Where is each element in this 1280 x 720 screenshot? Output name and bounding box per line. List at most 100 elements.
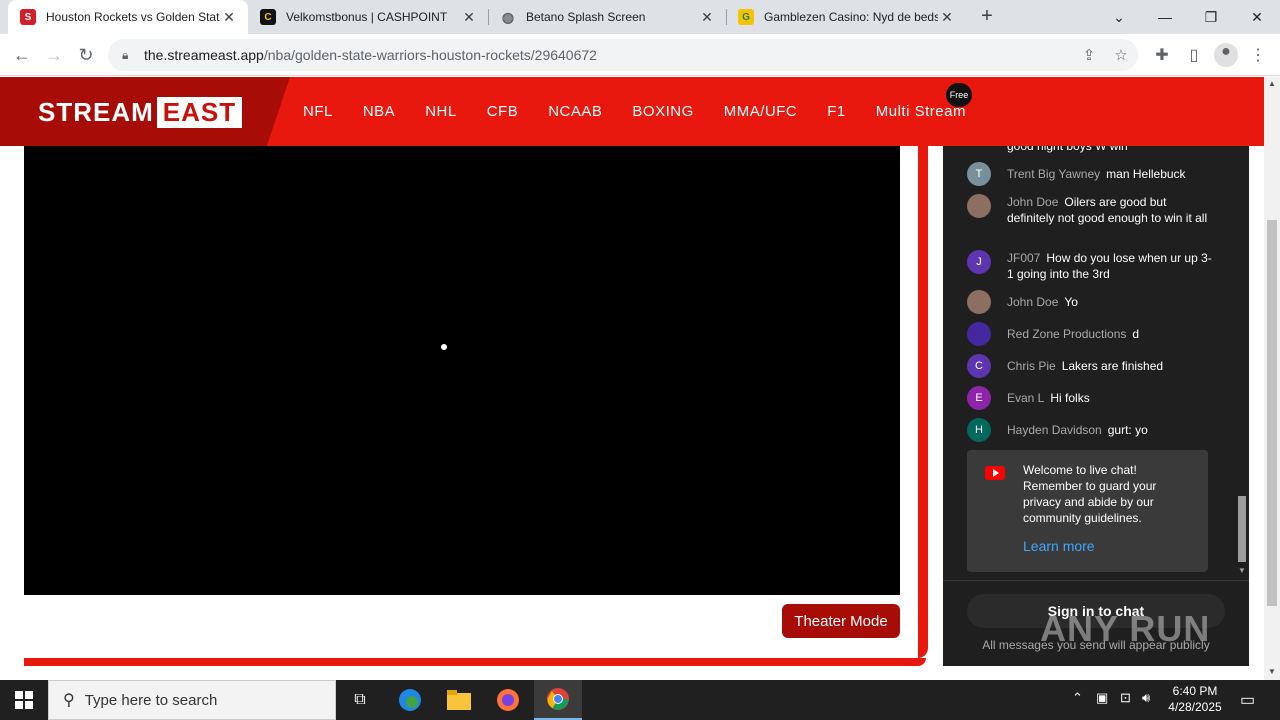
tab-title: Velkomstbonus | CASHPOINT xyxy=(286,10,448,24)
main-nav: NFL NBA NHL CFB NCAAB BOXING MMA/UFC F1 … xyxy=(303,77,996,146)
frame-border-right xyxy=(918,146,928,658)
avatar xyxy=(967,194,991,218)
tab-title: Betano Splash Screen xyxy=(526,10,646,24)
taskbar-search-placeholder: Type here to search xyxy=(84,691,218,709)
bookmark-star-icon[interactable]: ☆ xyxy=(1112,46,1130,64)
new-tab-plus-icon[interactable]: + xyxy=(976,6,998,28)
avatar: J xyxy=(967,250,991,274)
chat-message: H Hayden Davidson gurt: yo xyxy=(967,418,1217,442)
close-tab-icon[interactable]: ✕ xyxy=(938,9,956,26)
clock-time: 6:40 PM xyxy=(1172,684,1218,698)
chat-scrollbar[interactable]: ▼ xyxy=(1236,146,1248,580)
video-player[interactable] xyxy=(24,146,900,595)
message-author[interactable]: Hayden Davidson xyxy=(1007,423,1102,437)
chat-messages[interactable]: good night boys W win T Trent Big Yawney… xyxy=(943,146,1249,580)
message-text: d xyxy=(1132,327,1140,341)
page-scroll-thumb[interactable] xyxy=(1267,220,1277,606)
extensions-puzzle-icon[interactable]: ✚ xyxy=(1152,45,1172,65)
notifications-icon[interactable]: ▭ xyxy=(1240,690,1255,710)
menu-kebab-icon[interactable]: ⋮ xyxy=(1248,45,1268,65)
back-arrow-icon[interactable]: ← xyxy=(10,43,34,67)
message-text: Yo xyxy=(1064,295,1078,309)
close-window-icon[interactable]: ✕ xyxy=(1234,0,1280,34)
taskbar-clock[interactable]: 6:40 PM 4/28/2025 xyxy=(1160,683,1230,715)
chat-message: John Doe Oilers are good but definitely n… xyxy=(967,194,1217,226)
avatar xyxy=(967,146,991,162)
tray-device-icon[interactable]: ▣ xyxy=(1096,690,1108,706)
avatar: H xyxy=(967,418,991,442)
nav-nfl[interactable]: NFL xyxy=(303,103,333,120)
windows-taskbar: ⚲ Type here to search ⧉ ⌃ ▣ ⊡ 🔊︎ 6:40 PM… xyxy=(0,680,1280,720)
cursor-dot xyxy=(441,344,447,350)
avatar xyxy=(967,290,991,314)
firefox-icon[interactable] xyxy=(484,680,532,720)
taskbar-search-box[interactable]: ⚲ Type here to search xyxy=(48,680,336,720)
network-icon[interactable]: ⊡ xyxy=(1120,690,1131,706)
close-tab-icon[interactable]: ✕ xyxy=(220,9,238,26)
nav-f1[interactable]: F1 xyxy=(827,103,846,120)
tab-cashpoint[interactable]: C Velkomstbonus | CASHPOINT ✕ xyxy=(248,0,488,34)
side-panel-icon[interactable]: ▯ xyxy=(1184,45,1204,65)
theater-mode-button[interactable]: Theater Mode xyxy=(782,604,900,638)
volume-icon[interactable]: 🔊︎ xyxy=(1142,690,1150,706)
frame-border-bottom xyxy=(24,658,926,666)
windows-start-icon[interactable] xyxy=(0,680,48,720)
profile-avatar-icon[interactable]: ● xyxy=(1214,43,1238,67)
tab-betano[interactable]: ◍ Betano Splash Screen ✕ xyxy=(488,0,726,34)
avatar: T xyxy=(967,162,991,186)
message-text: good night boys W win xyxy=(1007,146,1128,153)
close-tab-icon[interactable]: ✕ xyxy=(698,9,716,26)
chrome-icon[interactable] xyxy=(534,680,582,720)
avatar: C xyxy=(967,354,991,378)
chat-message: good night boys W win xyxy=(967,146,1217,162)
address-bar[interactable]: 🔒︎ the.streameast.app/nba/golden-state-w… xyxy=(108,39,1138,71)
task-view-icon[interactable]: ⧉ xyxy=(336,680,384,720)
browser-tab-strip: S Houston Rockets vs Golden State ✕ C Ve… xyxy=(0,0,1280,34)
message-author[interactable]: John Doe xyxy=(1007,195,1058,209)
avatar xyxy=(967,322,991,346)
nav-ncaab[interactable]: NCAAB xyxy=(548,103,602,120)
message-text: gurt: yo xyxy=(1107,423,1148,437)
lock-icon[interactable]: 🔒︎ xyxy=(122,48,134,62)
nav-boxing[interactable]: BOXING xyxy=(632,103,693,120)
scroll-down-arrow-icon[interactable]: ▼ xyxy=(1268,667,1276,676)
tab-title: Houston Rockets vs Golden State xyxy=(46,10,220,24)
scroll-up-arrow-icon[interactable]: ▲ xyxy=(1268,79,1276,88)
welcome-text: Welcome to live chat! Remember to guard … xyxy=(1023,463,1157,525)
file-explorer-icon[interactable] xyxy=(435,680,483,720)
message-author[interactable]: Trent Big Yawney xyxy=(1007,167,1100,181)
tab-houston-rockets[interactable]: S Houston Rockets vs Golden State ✕ xyxy=(8,0,248,34)
welcome-banner: Welcome to live chat! Remember to guard … xyxy=(967,450,1208,572)
share-icon[interactable]: ⇪ xyxy=(1080,46,1098,64)
reload-icon[interactable]: ↻ xyxy=(74,43,98,67)
message-author[interactable]: Evan L xyxy=(1007,391,1044,405)
message-author[interactable]: Chris Pie xyxy=(1007,359,1056,373)
nav-nhl[interactable]: NHL xyxy=(425,103,457,120)
restore-icon[interactable]: ❐ xyxy=(1188,0,1234,34)
nav-cfb[interactable]: CFB xyxy=(487,103,519,120)
page-scrollbar[interactable]: ▲ ▼ xyxy=(1264,77,1280,680)
message-author[interactable]: JF007 xyxy=(1007,251,1040,265)
free-badge: Free xyxy=(946,83,972,107)
url-path: /nba/golden-state-warriors-houston-rocke… xyxy=(263,47,597,63)
message-author[interactable]: Red Zone Productions xyxy=(1007,327,1126,341)
chat-message: C Chris Pie Lakers are finished xyxy=(967,354,1217,378)
youtube-icon xyxy=(985,466,1005,480)
learn-more-link[interactable]: Learn more xyxy=(1023,538,1095,554)
streameast-logo[interactable]: STREAM EAST xyxy=(38,97,243,128)
message-author[interactable]: John Doe xyxy=(1007,295,1058,309)
webpage: STREAM EAST NFL NBA NHL CFB NCAAB BOXING… xyxy=(0,77,1264,680)
nav-nba[interactable]: NBA xyxy=(363,103,395,120)
nav-mma-ufc[interactable]: MMA/UFC xyxy=(724,103,798,120)
tab-title: Gamblezen Casino: Nyd de bedste xyxy=(764,10,938,24)
edge-icon[interactable] xyxy=(386,680,434,720)
search-icon: ⚲ xyxy=(63,692,75,709)
tab-search-chevron-icon[interactable]: ⌄ xyxy=(1096,0,1142,34)
scroll-down-arrow-icon[interactable]: ▼ xyxy=(1238,566,1246,575)
close-tab-icon[interactable]: ✕ xyxy=(460,9,478,26)
tab-gamblezen[interactable]: G Gamblezen Casino: Nyd de bedste ✕ xyxy=(726,0,966,34)
minimize-icon[interactable]: — xyxy=(1142,0,1188,34)
tray-chevron-up-icon[interactable]: ⌃ xyxy=(1072,690,1083,706)
chat-scroll-thumb[interactable] xyxy=(1238,496,1246,562)
forward-arrow-icon[interactable]: → xyxy=(42,43,66,67)
